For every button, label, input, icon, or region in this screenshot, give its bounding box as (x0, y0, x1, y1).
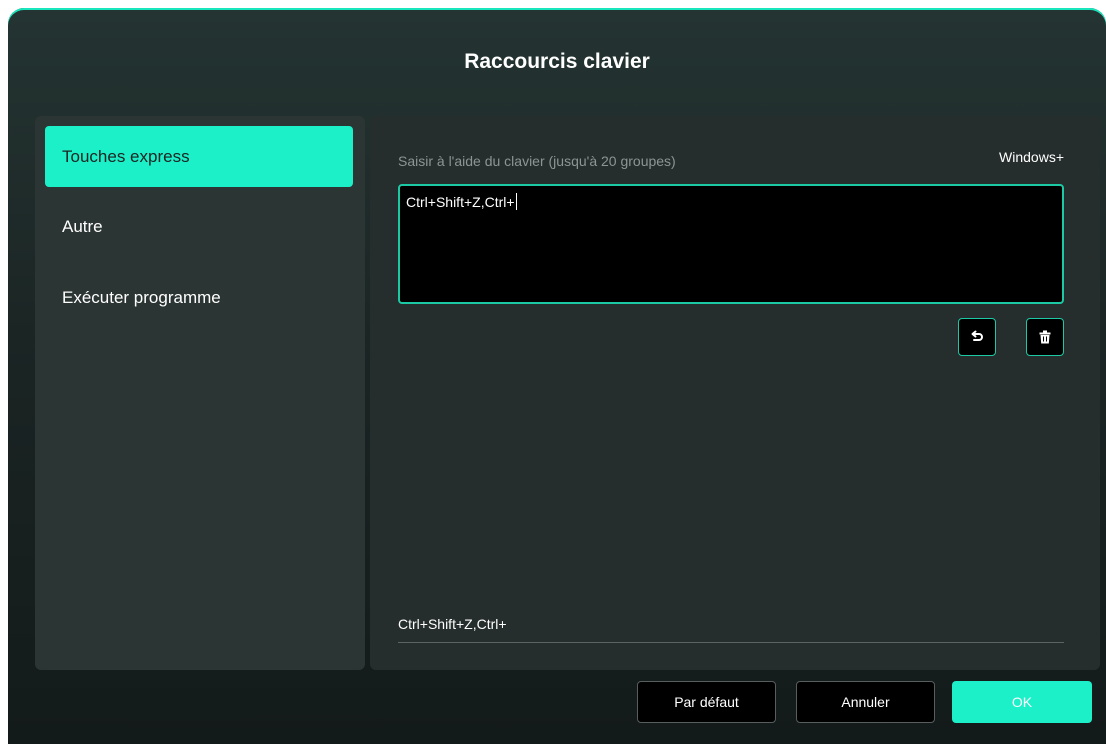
windows-modifier-label[interactable]: Windows+ (999, 149, 1064, 165)
sidebar: Touches express Autre Exécuter programme (35, 116, 365, 670)
sidebar-item-touches-express[interactable]: Touches express (45, 126, 353, 187)
sidebar-item-executer-programme[interactable]: Exécuter programme (45, 267, 353, 328)
shortcut-input[interactable]: Ctrl+Shift+Z,Ctrl+ (398, 184, 1064, 304)
text-caret (515, 193, 517, 210)
main-panel: Saisir à l'aide du clavier (jusqu'à 20 g… (370, 116, 1100, 670)
default-button[interactable]: Par défaut (637, 681, 776, 723)
undo-icon (971, 330, 983, 341)
undo-button[interactable] (958, 318, 996, 356)
dialog-title: Raccourcis clavier (464, 50, 650, 73)
input-hint: Saisir à l'aide du clavier (jusqu'à 20 g… (398, 153, 676, 169)
shortcut-input-value: Ctrl+Shift+Z,Ctrl+ (406, 194, 515, 210)
ok-button[interactable]: OK (952, 681, 1092, 723)
sidebar-item-autre[interactable]: Autre (45, 196, 353, 257)
shortcut-result: Ctrl+Shift+Z,Ctrl+ (398, 616, 1064, 643)
trash-icon (1039, 330, 1051, 344)
cancel-button[interactable]: Annuler (796, 681, 935, 723)
shortcut-dialog: Raccourcis clavier Touches express Autre… (8, 8, 1106, 744)
delete-button[interactable] (1026, 318, 1064, 356)
